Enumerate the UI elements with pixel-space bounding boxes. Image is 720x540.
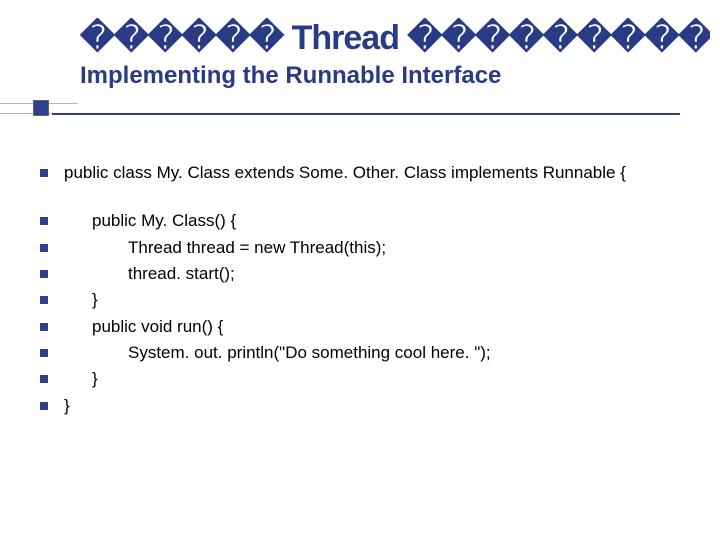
code-line: System. out. println("Do something cool … [40,340,690,366]
code-text: Thread thread = new Thread(this); [64,235,386,261]
bullet-icon [40,244,48,252]
title-line2: Implementing the Runnable Interface [80,62,710,90]
code-line: public void run() { [40,314,690,340]
code-line: } [40,366,690,392]
bullet-icon [40,402,48,410]
bullet-icon [40,270,48,278]
slide-title: ������ Thread ��������� Implementing the… [80,18,710,90]
code-line: Thread thread = new Thread(this); [40,235,690,261]
slide: ������ Thread ��������� Implementing the… [0,0,720,540]
title-underline [52,113,680,115]
code-line: } [40,287,690,313]
code-line: } [40,393,690,419]
code-text: } [64,287,98,313]
code-text: public void run() { [64,314,223,340]
code-text: thread. start(); [64,261,235,287]
code-line: public My. Class() { [40,208,690,234]
code-text: public class My. Class extends Some. Oth… [64,160,626,186]
bullet-icon [40,296,48,304]
bullet-icon [40,375,48,383]
bullet-icon [40,169,48,177]
code-line: thread. start(); [40,261,690,287]
bullet-icon [40,217,48,225]
title-line1: ������ Thread ��������� [80,18,710,58]
code-line: public class My. Class extends Some. Oth… [40,160,690,186]
bullet-icon [40,323,48,331]
code-text: } [64,393,70,419]
code-text: System. out. println("Do something cool … [64,340,491,366]
bullet-icon [40,349,48,357]
code-text: } [64,366,98,392]
slide-body: public class My. Class extends Some. Oth… [40,160,690,419]
code-text: public My. Class() { [64,208,236,234]
